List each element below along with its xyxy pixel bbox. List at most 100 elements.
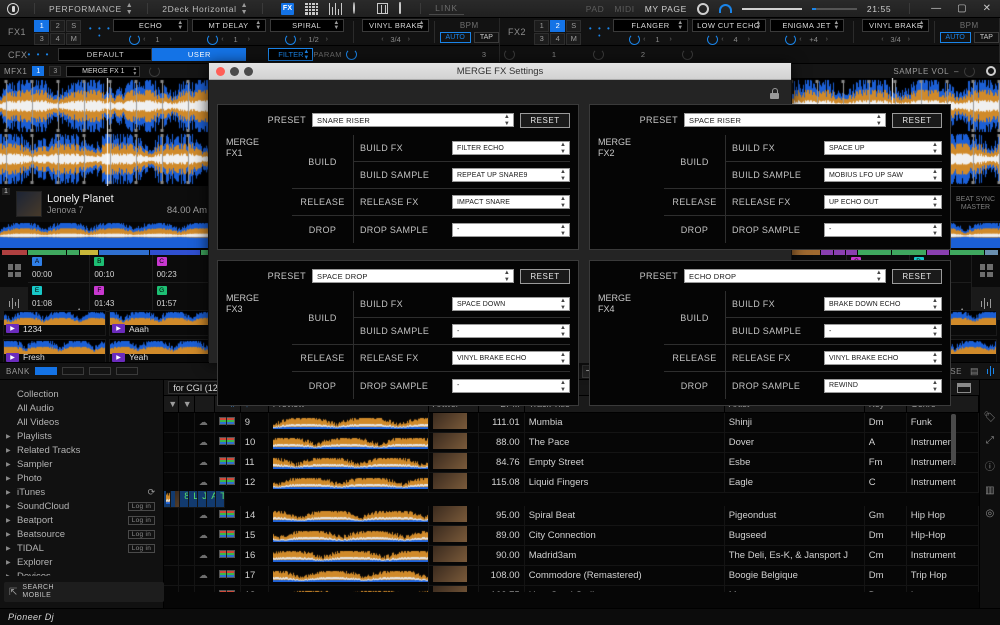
related-icon[interactable]: ◎ [985,508,994,519]
fx2-effect-3[interactable]: ENIGMA JET▲▼ ‹+4› [770,19,844,46]
login-button[interactable]: Log in [128,530,156,539]
mfx1-slot-3[interactable]: 3 [49,66,61,76]
color-flag-icon[interactable] [214,565,240,585]
minimize-button[interactable]: — [928,3,944,14]
bank-slot-2[interactable] [62,367,84,375]
chevron-right-icon[interactable]: ▶ [6,475,12,482]
hot-cue-pad[interactable]: A00:00 [28,254,90,283]
preview-waveform[interactable] [268,452,428,472]
col-cloud[interactable] [194,396,214,412]
fx2-slot-2[interactable]: 2 [550,20,565,32]
fx1-auto-button[interactable]: AUTO [440,32,471,43]
cloud-icon[interactable]: ☁ [194,432,214,452]
table-row[interactable]: ☁17108.00Commodore (Remastered)Boogie Be… [164,565,978,585]
release-fx-select[interactable]: IMPACT SNARE▲▼ [452,195,570,209]
chevron-right-icon[interactable]: ▶ [6,573,12,577]
fx1-effect-2[interactable]: MT DELAY▲▼ ‹1› [192,19,266,46]
fx2-slot-3[interactable]: 3 [534,33,549,45]
merge-fx-1-select[interactable]: MERGE FX 1 ▲▼ [66,66,140,77]
build-sample-select[interactable]: REPEAT UP SNARE9▲▼ [452,168,570,182]
fx2-slot-4[interactable]: 4 [550,33,565,45]
chevron-left-icon[interactable]: ‹ [799,36,801,43]
login-button[interactable]: Log in [128,544,156,553]
col-filter-1[interactable]: ▼ [164,396,178,412]
fx1-knob-3[interactable] [285,34,296,45]
play-icon[interactable]: ▶ [6,324,19,333]
reset-button[interactable]: RESET [892,113,942,128]
table-row[interactable]: ☁1495.00Spiral BeatPigeondustGmHip Hop [164,506,978,526]
library-icon[interactable]: ▥ [985,485,994,496]
preview-waveform[interactable] [268,472,428,492]
preset-select[interactable]: SPACE RISER▲▼ [684,113,886,127]
preset-select[interactable]: ECHO DROP▲▼ [684,269,886,283]
track-list-scrollbar[interactable] [951,414,956,464]
color-flag-icon[interactable] [214,432,240,452]
maximize-button[interactable]: ▢ [954,3,969,14]
chevron-right-icon[interactable]: › [748,36,750,43]
cfx-mode-segment[interactable]: DEFAULT USER [58,48,246,61]
preset-select[interactable]: SPACE DROP▲▼ [312,269,514,283]
release-fx-select[interactable]: VINYL BRAKE ECHO▲▼ [824,351,942,365]
bank-slot-1[interactable] [35,367,57,375]
cloud-icon[interactable]: ☁ [194,506,214,526]
cloud-icon[interactable]: ☁ [194,525,214,545]
fx2-effect-2[interactable]: LOW CUT ECHO▲▼ ‹4› [692,19,766,46]
table-row[interactable]: ☁1384.00Lonely PlanetJenova 7AmTrip-Hop [164,493,178,506]
merge-fx-1-knob[interactable] [149,66,160,77]
preview-waveform[interactable] [268,412,428,432]
table-row[interactable]: ☁1184.76Empty StreetEsbeFmInstrument [164,452,978,472]
table-row[interactable]: ☁12115.08Liquid FingersEagleCInstrument [164,472,978,492]
hot-cue-pad[interactable]: G01:57 [153,283,215,312]
chevron-right-icon[interactable]: ▶ [6,447,12,454]
tag-icon[interactable]: 🏷 [984,412,997,423]
cloud-icon[interactable]: ☁ [194,412,214,432]
chevron-right-icon[interactable]: › [408,36,410,43]
cfx-user-button[interactable]: USER [152,48,246,61]
chevron-right-icon[interactable]: ▶ [6,517,12,524]
gear-icon[interactable] [697,3,709,15]
resize-icon[interactable]: ⤢ [986,435,994,446]
fx1-slot-2[interactable]: 2 [50,20,65,32]
tree-item-explorer[interactable]: ▶Explorer [0,555,163,569]
chevron-left-icon[interactable]: ‹ [299,36,301,43]
fx1-knob-2[interactable] [207,34,218,45]
color-flag-icon[interactable] [214,412,240,432]
chevron-left-icon[interactable]: ‹ [643,36,645,43]
preview-waveform[interactable] [268,432,428,452]
gear-icon[interactable] [986,66,996,76]
preview-waveform[interactable] [268,545,428,565]
build-fx-select[interactable]: FILTER ECHO▲▼ [452,141,570,155]
chevron-right-icon[interactable]: ▶ [6,489,12,496]
play-icon[interactable]: ▶ [112,353,125,362]
tree-item-collection[interactable]: Collection [0,387,163,401]
mfx1-slot-1[interactable]: 1 [32,66,44,76]
chevron-right-icon[interactable]: › [326,36,328,43]
mixer-sliders-icon[interactable] [329,3,342,15]
fx-icon[interactable]: FX [281,3,294,15]
reset-button[interactable]: RESET [892,269,942,284]
preview-waveform[interactable] [268,565,428,585]
color-flag-icon[interactable] [214,545,240,565]
fx1-slot-3[interactable]: 3 [34,33,49,45]
drop-sample-select[interactable]: -▲▼ [452,379,570,393]
tree-item-all-audio[interactable]: All Audio [0,401,163,415]
fx2-slot-s[interactable]: S [566,20,581,32]
fx2-knob-1[interactable] [629,34,640,45]
fx1-slot-1[interactable]: 1 [34,20,49,32]
fx1-slot-grid[interactable]: 1 2 S 3 4 M [34,20,81,45]
cfx-knob-a[interactable] [504,49,515,60]
preview-waveform[interactable] [164,491,171,508]
tree-item-itunes[interactable]: ▶iTunes⟳ [0,485,163,499]
table-row[interactable]: ☁9111.01MumbiaShinjiDmFunk [164,412,978,432]
fx2-tap-button[interactable]: TAP [974,32,999,43]
tree-item-devices[interactable]: ▶Devices [0,569,163,576]
mode-selector[interactable]: PERFORMANCE ▲▼ [43,0,139,18]
drop-sample-select[interactable]: -▲▼ [452,223,570,237]
tree-item-beatsource[interactable]: ▶BeatsourceLog in [0,527,163,541]
preview-waveform[interactable] [268,525,428,545]
cfx-filter-select[interactable]: FILTER ▲▼ [268,48,313,61]
color-flag-icon[interactable] [214,525,240,545]
fx1-effect-1[interactable]: ECHO▲▼ ‹1› [113,19,187,46]
preview-waveform[interactable] [268,506,428,526]
reset-button[interactable]: RESET [520,269,570,284]
